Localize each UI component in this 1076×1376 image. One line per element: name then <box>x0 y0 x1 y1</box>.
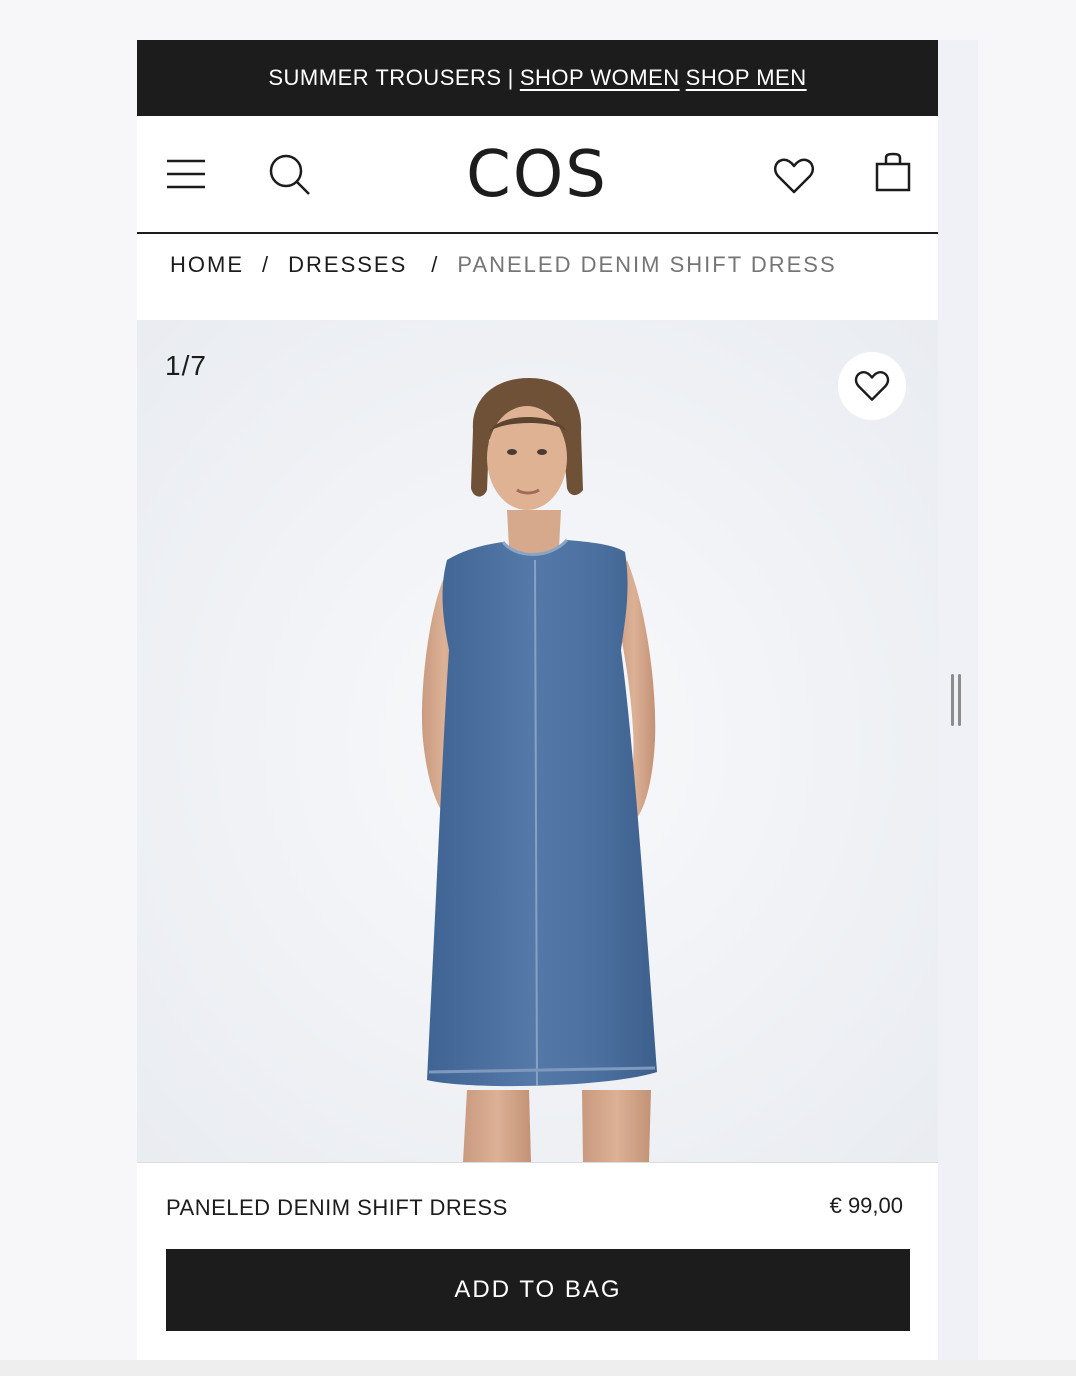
breadcrumb-current: PANELED DENIM SHIFT DRESS <box>457 252 837 277</box>
breadcrumb-separator: / <box>262 252 271 277</box>
resize-grip-line <box>951 674 954 726</box>
shop-women-link[interactable]: SHOP WOMEN <box>520 65 680 91</box>
add-to-wishlist-button[interactable] <box>838 352 906 420</box>
product-photo <box>137 320 938 1162</box>
promo-separator: | <box>507 65 514 90</box>
product-price: € 99,00 <box>829 1193 903 1218</box>
resize-handle[interactable] <box>951 674 963 726</box>
site-header: COS <box>137 116 938 234</box>
shopping-bag-icon[interactable] <box>875 152 911 192</box>
breadcrumb: HOME / DRESSES / PANELED DENIM SHIFT DRE… <box>170 250 837 280</box>
add-to-bag-button[interactable]: ADD TO BAG <box>166 1249 910 1331</box>
breadcrumb-home[interactable]: HOME <box>170 252 244 278</box>
breadcrumb-dresses[interactable]: DRESSES <box>288 252 407 278</box>
promo-text: SUMMER TROUSERS <box>268 65 502 90</box>
shop-men-link[interactable]: SHOP MEN <box>686 65 807 91</box>
search-icon[interactable] <box>267 152 313 198</box>
product-info-bar: PANELED DENIM SHIFT DRESS € 99,00 ADD TO… <box>137 1162 938 1360</box>
resize-grip-line <box>958 674 961 726</box>
brand-logo[interactable]: COS <box>437 140 637 210</box>
menu-icon[interactable] <box>165 158 207 190</box>
bottom-toolbar-edge <box>0 1360 1076 1376</box>
wishlist-heart-icon[interactable] <box>773 156 815 196</box>
heart-icon <box>854 371 890 401</box>
image-counter: 1/7 <box>165 350 207 381</box>
promo-banner: SUMMER TROUSERS | SHOP WOMEN SHOP MEN <box>137 40 938 116</box>
breadcrumb-separator: / <box>431 252 440 277</box>
mobile-viewport: SUMMER TROUSERS | SHOP WOMEN SHOP MEN CO… <box>137 40 938 1360</box>
product-gallery[interactable]: 1/7 <box>137 320 938 1162</box>
product-name: PANELED DENIM SHIFT DRESS <box>166 1195 508 1220</box>
